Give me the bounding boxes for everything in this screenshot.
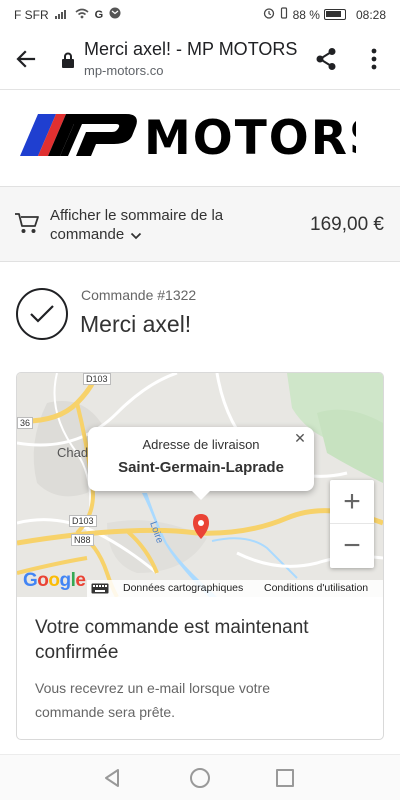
- nav-back-icon[interactable]: [103, 768, 121, 793]
- order-total: 169,00 €: [310, 214, 384, 235]
- nav-home-icon[interactable]: [190, 768, 210, 788]
- order-summary-toggle[interactable]: Afficher le sommaire de la commande 169,…: [0, 186, 400, 262]
- page-url[interactable]: mp-motors.co: [84, 63, 163, 78]
- more-options-icon[interactable]: [358, 43, 390, 75]
- confirmation-title: Votre commande est maintenant confirmée: [35, 617, 309, 663]
- google-letter: G: [23, 570, 38, 591]
- nav-recent-apps-icon[interactable]: [276, 769, 294, 787]
- vibrate-icon: [279, 7, 289, 22]
- alarm-icon: [263, 7, 275, 22]
- keyboard-icon[interactable]: [91, 583, 109, 597]
- close-icon[interactable]: ✕: [292, 430, 308, 446]
- chevron-down-icon: [130, 226, 142, 245]
- google-logo[interactable]: Google: [23, 570, 86, 592]
- popup-title: Adresse de livraison: [142, 437, 260, 452]
- page-title[interactable]: Merci axel! - MP MOTORS: [84, 39, 298, 60]
- summary-label[interactable]: Afficher le sommaire de la commande: [50, 206, 260, 245]
- zoom-out-button[interactable]: −: [330, 524, 374, 568]
- check-circle-icon: [16, 288, 68, 340]
- store-header: MOTORS: [0, 90, 400, 186]
- google-letter: g: [59, 570, 72, 591]
- map-data-link[interactable]: Données cartographiques: [123, 582, 243, 594]
- thank-you-heading: Merci axel!: [80, 311, 192, 337]
- mail-icon: [109, 7, 121, 22]
- road-label-d103-top: D103: [83, 373, 111, 385]
- road-label-n88: N88: [71, 534, 94, 546]
- google-g-icon: G: [94, 8, 104, 21]
- share-icon[interactable]: [310, 43, 342, 75]
- back-arrow-icon[interactable]: [10, 43, 42, 75]
- road-label-36: 36: [17, 417, 34, 429]
- mp-motors-logo[interactable]: MOTORS: [16, 110, 383, 166]
- browser-toolbar: Merci axel! - MP MOTORS mp-motors.co: [0, 28, 400, 90]
- order-number: Commande #1322: [81, 287, 197, 303]
- logo-text: MOTORS: [144, 111, 356, 160]
- battery-percent: 88 %: [292, 7, 320, 22]
- zoom-controls: + −: [330, 480, 374, 568]
- order-confirmation-card: D103 36 Chad D103 N88 Loire Adresse de l…: [16, 372, 384, 740]
- wifi-icon: [75, 8, 89, 22]
- map-terms-link[interactable]: Conditions d'utilisation: [264, 582, 368, 594]
- road-label-d103: D103: [69, 515, 97, 527]
- google-letter: o: [48, 570, 60, 591]
- battery-icon: [323, 9, 346, 20]
- popup-place: Saint-Germain-Laprade: [118, 459, 284, 476]
- system-nav-bar: [0, 754, 400, 800]
- google-letter: o: [37, 570, 49, 591]
- lock-icon[interactable]: [61, 52, 75, 68]
- status-bar: F SFR G 88 % 08:28: [0, 0, 400, 28]
- signal-icon: [54, 8, 69, 22]
- cart-icon: [14, 211, 40, 240]
- google-letter: e: [75, 570, 86, 591]
- city-label: Chad: [57, 445, 89, 460]
- zoom-in-button[interactable]: +: [330, 480, 374, 524]
- confirmation-text: Vous recevrez un e-mail lorsque votre co…: [35, 680, 270, 720]
- carrier-label: F SFR: [14, 7, 49, 22]
- delivery-map[interactable]: D103 36 Chad D103 N88 Loire Adresse de l…: [17, 373, 383, 597]
- address-popup: Adresse de livraison Saint-Germain-Lapra…: [88, 427, 314, 500]
- clock: 08:28: [355, 7, 386, 22]
- map-attribution: Données cartographiques Conditions d'uti…: [87, 580, 383, 597]
